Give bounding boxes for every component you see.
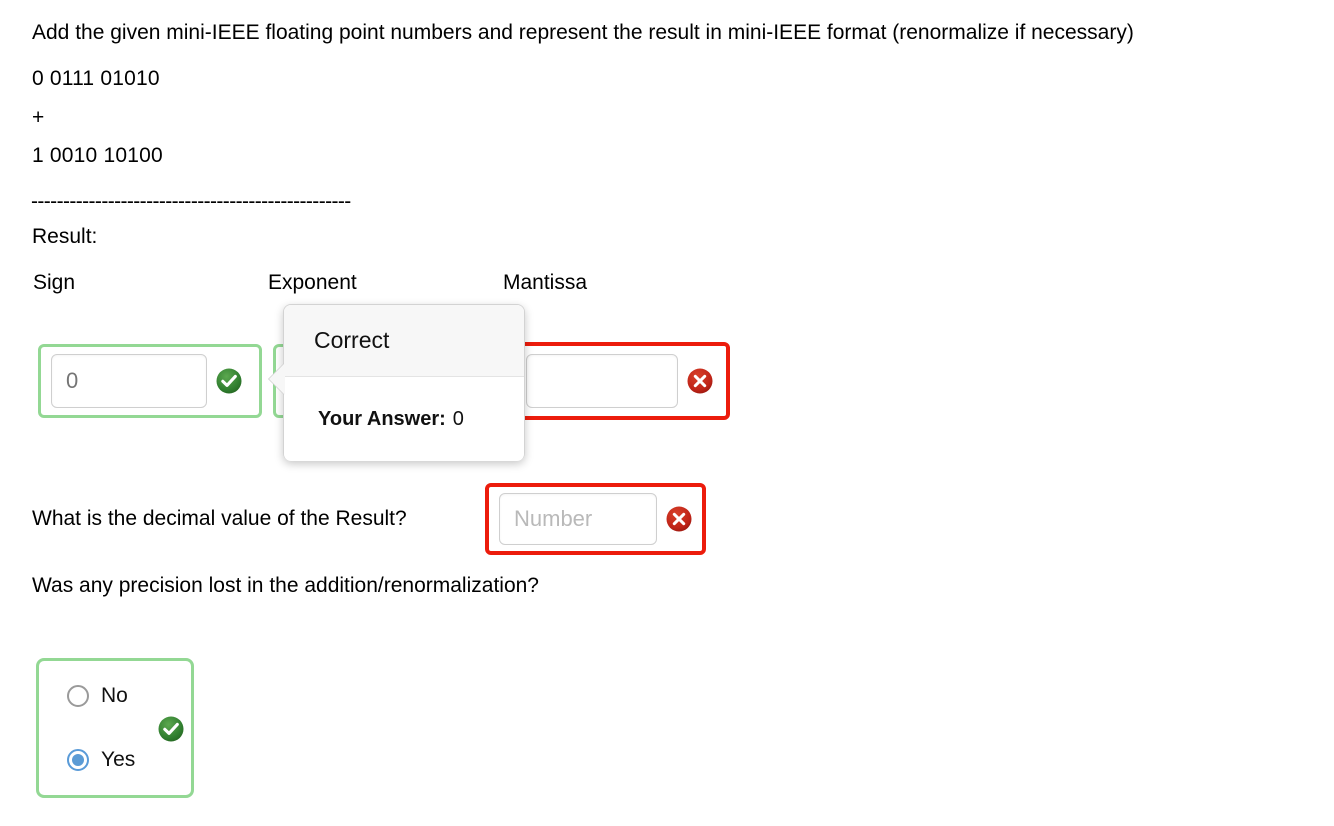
column-header-sign: Sign bbox=[33, 271, 76, 294]
precision-question-label: Was any precision lost in the addition/r… bbox=[32, 574, 539, 597]
column-header-mantissa: Mantissa bbox=[503, 271, 588, 294]
exercise-page: Add the given mini-IEEE floating point n… bbox=[0, 0, 1334, 826]
radio-label-yes: Yes bbox=[101, 748, 136, 771]
decimal-input[interactable] bbox=[499, 493, 657, 545]
popover-title: Correct bbox=[284, 305, 524, 377]
question-prompt: Add the given mini-IEEE floating point n… bbox=[32, 21, 1134, 44]
radio-dot-no[interactable] bbox=[67, 685, 89, 707]
check-circle-icon bbox=[216, 368, 242, 394]
popover-answer-label: Your Answer: bbox=[318, 407, 446, 430]
result-label: Result: bbox=[32, 225, 98, 248]
feedback-popover: Correct Your Answer: 0 bbox=[268, 304, 525, 461]
operand-first: 0 0111 01010 bbox=[32, 67, 160, 90]
horizontal-rule-dashes: ----------------------------------------… bbox=[31, 190, 351, 213]
popover-arrow-fill-icon bbox=[269, 363, 285, 395]
mantissa-input[interactable] bbox=[526, 354, 678, 408]
radio-option-no[interactable]: No bbox=[67, 679, 191, 713]
mantissa-field-group bbox=[512, 342, 730, 420]
decimal-question-label: What is the decimal value of the Result? bbox=[32, 507, 407, 530]
radio-option-yes[interactable]: Yes bbox=[67, 743, 191, 777]
popover-answer-value: 0 bbox=[452, 407, 464, 430]
sign-field-group bbox=[38, 344, 262, 418]
sign-input[interactable] bbox=[51, 354, 207, 408]
operand-second: 1 0010 10100 bbox=[32, 144, 163, 167]
radio-label-no: No bbox=[101, 684, 128, 707]
radio-dot-yes[interactable] bbox=[67, 749, 89, 771]
operand-plus-sign: + bbox=[32, 106, 45, 129]
check-circle-icon bbox=[158, 716, 184, 742]
popover-body: Your Answer: 0 bbox=[284, 377, 524, 461]
x-circle-icon bbox=[666, 506, 692, 532]
decimal-field-group bbox=[485, 483, 706, 555]
x-circle-icon bbox=[687, 368, 713, 394]
column-header-exponent: Exponent bbox=[268, 271, 357, 294]
